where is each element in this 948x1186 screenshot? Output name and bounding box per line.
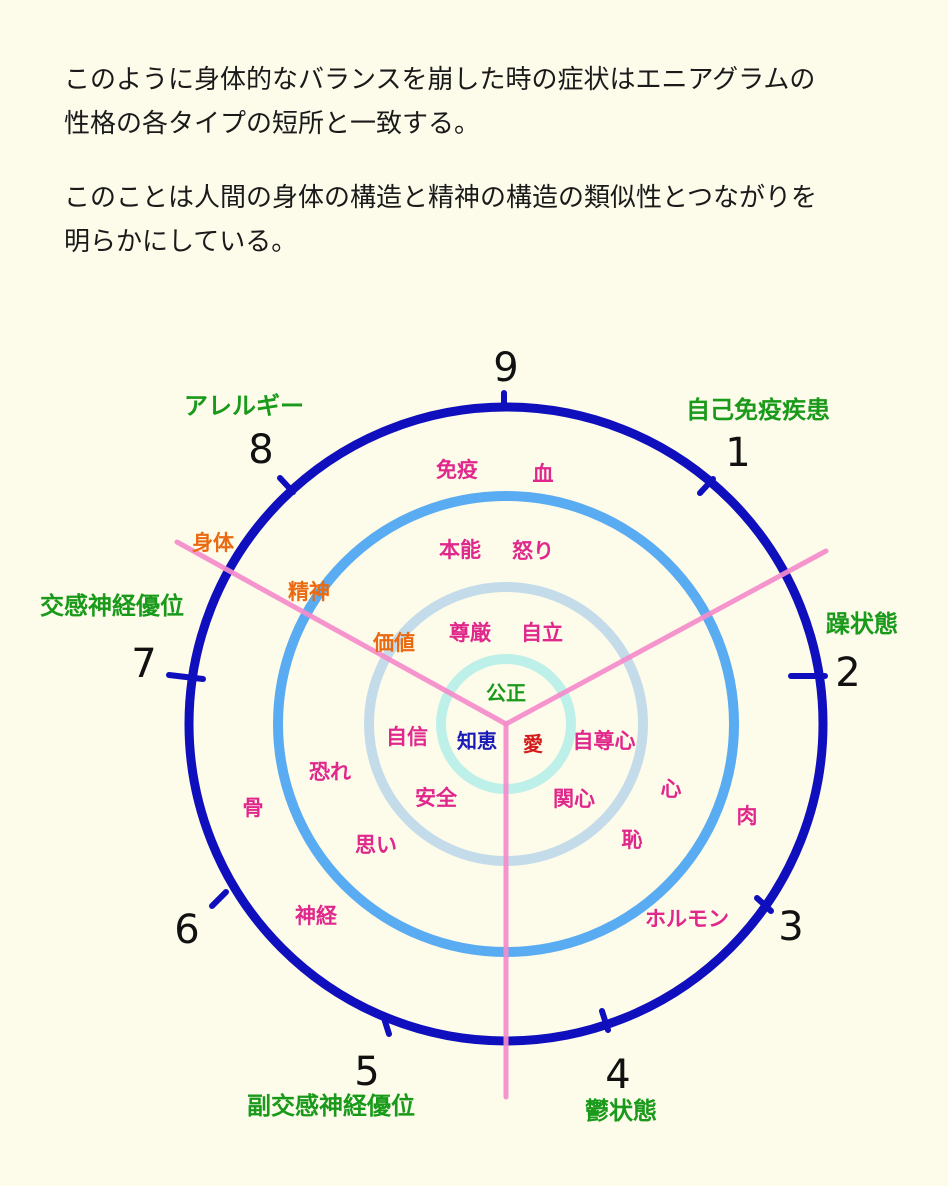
tick-7 xyxy=(166,672,206,682)
body-word-hormone: ホルモン xyxy=(645,907,729,931)
value-word-independence: 自立 xyxy=(521,621,563,645)
sector-label-body: 身体 xyxy=(192,531,235,555)
body-word-blood: 血 xyxy=(533,462,554,486)
body-word-nerve: 神経 xyxy=(295,904,338,928)
mind-word-shame: 恥 xyxy=(622,828,643,852)
mind-word-instinct: 本能 xyxy=(439,538,481,562)
mind-word-heart: 心 xyxy=(661,777,682,801)
type-number-3: 3 xyxy=(778,904,803,950)
type-number-2: 2 xyxy=(835,650,860,696)
type-number-1: 1 xyxy=(725,430,750,476)
core-word-justice: 公正 xyxy=(486,681,526,705)
mind-word-anger: 怒り xyxy=(512,539,554,563)
value-word-concern: 関心 xyxy=(553,787,595,811)
value-word-dignity: 尊厳 xyxy=(449,621,492,645)
core-word-wisdom: 知恵 xyxy=(457,729,497,753)
symptom-label-type-5: 副交感神経優位 xyxy=(247,1092,415,1120)
mind-word-fear: 恐れ xyxy=(309,760,351,784)
mind-word-thought: 思い xyxy=(355,833,397,857)
type-number-9: 9 xyxy=(493,345,518,391)
type-number-8: 8 xyxy=(248,427,273,473)
sector-label-value: 価値 xyxy=(372,631,415,655)
symptom-label-type-7: 交感神経優位 xyxy=(40,592,184,620)
body-word-bone: 骨 xyxy=(243,796,264,820)
value-word-self-esteem: 自尊心 xyxy=(573,729,636,753)
enneagram-body-mind-diagram: 9 1 2 3 4 5 6 7 8 自己免疫疾患 躁状態 鬱状態 副交感神経優位… xyxy=(40,345,898,1125)
body-word-muscle: 肉 xyxy=(737,804,758,828)
type-number-6: 6 xyxy=(174,907,199,953)
type-number-7: 7 xyxy=(131,641,156,687)
body-word-immunity: 免疫 xyxy=(436,458,478,482)
value-word-safety: 安全 xyxy=(415,786,458,810)
symptom-label-type-4: 鬱状態 xyxy=(585,1097,657,1125)
symptom-label-type-8: アレルギー xyxy=(184,392,304,420)
type-number-5: 5 xyxy=(354,1049,379,1095)
sector-label-mind: 精神 xyxy=(288,580,330,604)
symptom-label-type-2: 躁状態 xyxy=(826,610,898,638)
symptom-label-type-1: 自己免疫疾患 xyxy=(686,396,830,424)
type-number-4: 4 xyxy=(605,1052,630,1098)
tick-6 xyxy=(209,889,229,909)
core-word-love: 愛 xyxy=(523,732,543,756)
value-word-confidence: 自信 xyxy=(386,725,428,749)
